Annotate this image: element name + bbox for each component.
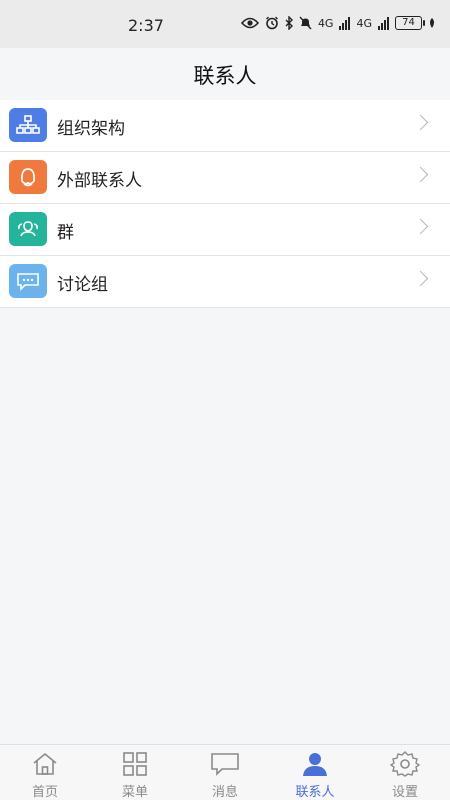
- signal-icon: [339, 16, 351, 30]
- nav-messages[interactable]: 消息: [180, 745, 270, 800]
- network-label-2: 4G: [356, 16, 372, 30]
- nav-label: 菜单: [121, 785, 148, 800]
- nav-home[interactable]: 首页: [0, 745, 90, 800]
- contact-list: 组织架构 外部联系人 群 讨论组: [0, 100, 450, 308]
- grid-icon: [123, 752, 147, 776]
- status-time: 2:37: [128, 16, 164, 35]
- chevron-right-icon: [412, 114, 429, 131]
- network-label-1: 4G: [317, 16, 334, 30]
- contact-item-label: 组织架构: [57, 119, 125, 139]
- bottom-nav: 首页 菜单 消息 联系人 设置: [0, 744, 450, 800]
- nav-label: 消息: [211, 785, 238, 800]
- contact-item-group[interactable]: 群: [0, 204, 450, 256]
- contact-item-label: 讨论组: [57, 275, 108, 295]
- battery-level: 74: [402, 17, 415, 28]
- chevron-right-icon: [412, 270, 429, 287]
- nav-settings[interactable]: 设置: [360, 745, 450, 800]
- contact-item-org[interactable]: 组织架构: [0, 100, 450, 152]
- mute-bell-icon: [299, 16, 312, 30]
- signal-icon: [378, 16, 389, 30]
- message-icon: [211, 753, 239, 776]
- status-bar: 2:37 4G 4G 74: [0, 0, 450, 48]
- chat-bubble-icon: [9, 264, 47, 298]
- org-chart-icon: [9, 108, 47, 142]
- battery-icon: 74: [395, 16, 425, 30]
- nav-menu[interactable]: 菜单: [90, 745, 180, 800]
- page-title: 联系人: [193, 64, 257, 88]
- contact-item-label: 外部联系人: [57, 171, 142, 191]
- status-icons: 4G 4G 74: [240, 16, 436, 30]
- bluetooth-icon: [285, 16, 293, 30]
- title-bar: 联系人: [0, 48, 450, 100]
- nav-contacts[interactable]: 联系人: [270, 745, 360, 800]
- nav-label: 设置: [391, 785, 418, 800]
- nav-label: 联系人: [295, 785, 335, 800]
- contact-item-label: 群: [57, 223, 74, 243]
- home-icon: [33, 752, 57, 775]
- alarm-icon: [265, 16, 278, 30]
- contact-item-external[interactable]: 外部联系人: [0, 152, 450, 204]
- chevron-right-icon: [412, 166, 429, 183]
- leaf-icon: [430, 18, 434, 28]
- eye-icon: [240, 17, 259, 29]
- gear-icon: [390, 751, 420, 777]
- chevron-right-icon: [412, 218, 429, 235]
- contact-icon: [303, 753, 327, 776]
- contact-item-discussion[interactable]: 讨论组: [0, 256, 450, 308]
- person-outline-icon: [9, 160, 47, 194]
- nav-label: 首页: [31, 785, 58, 800]
- group-icon: [9, 212, 47, 246]
